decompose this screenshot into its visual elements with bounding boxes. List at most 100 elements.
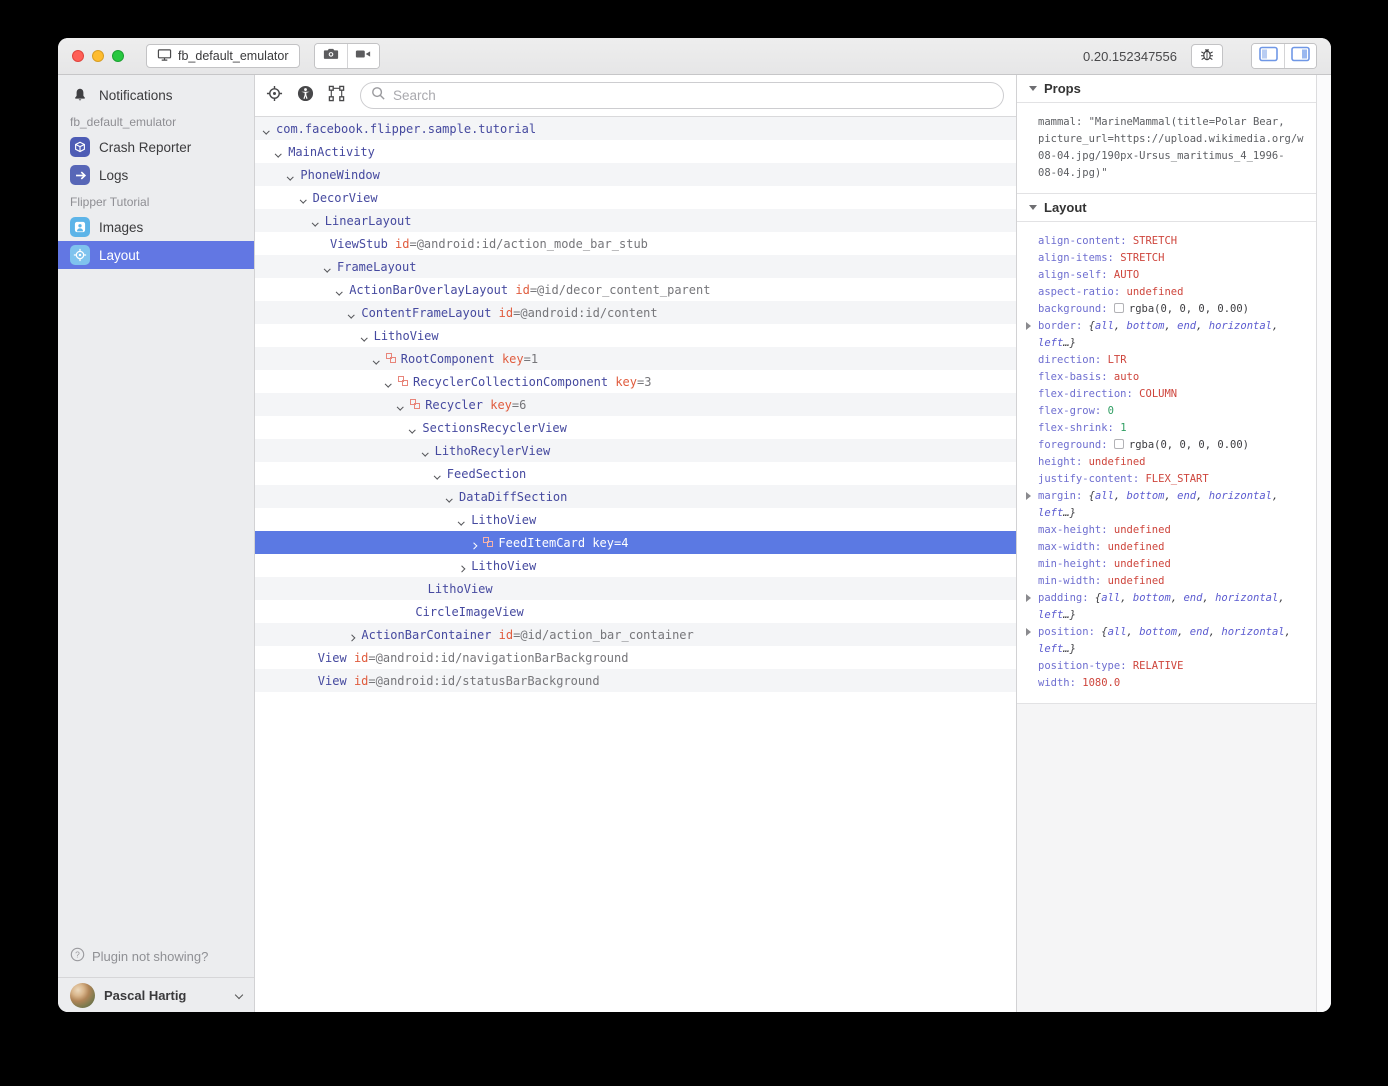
chevron-down-icon[interactable] bbox=[397, 398, 410, 412]
tree-node-name: LithoView bbox=[471, 513, 536, 527]
chevron-down-icon[interactable] bbox=[373, 352, 386, 366]
tree-row-LithoRecylerView[interactable]: LithoRecylerView bbox=[255, 439, 1016, 462]
chevron-down-icon[interactable] bbox=[324, 260, 337, 274]
prop-key: aspect-ratio bbox=[1038, 286, 1114, 298]
prop-key: min-width bbox=[1038, 575, 1095, 587]
chevron-right-icon[interactable] bbox=[470, 536, 483, 550]
prop-key: justify-content bbox=[1038, 473, 1133, 485]
panel-toggle-group bbox=[1251, 43, 1317, 69]
chevron-right-icon[interactable] bbox=[458, 559, 471, 573]
expand-tree-button[interactable] bbox=[327, 87, 345, 105]
tree-row-LithoView[interactable]: LithoView bbox=[255, 577, 1016, 600]
chevron-down-icon[interactable] bbox=[300, 191, 313, 205]
close-button[interactable] bbox=[72, 50, 84, 62]
tree-row-LithoView[interactable]: LithoView bbox=[255, 554, 1016, 577]
chevron-down-icon[interactable] bbox=[361, 329, 374, 343]
tree-row-DecorView[interactable]: DecorView bbox=[255, 186, 1016, 209]
chevron-down-icon[interactable] bbox=[458, 513, 471, 527]
layout-prop-row: max-width: undefined bbox=[1038, 539, 1310, 556]
layout-section-header[interactable]: Layout bbox=[1017, 194, 1316, 222]
target-mode-button[interactable] bbox=[265, 87, 283, 105]
device-selector[interactable]: fb_default_emulator bbox=[146, 44, 300, 68]
chevron-down-icon[interactable] bbox=[263, 122, 276, 136]
chevron-down-icon[interactable] bbox=[348, 306, 361, 320]
accessibility-mode-button[interactable] bbox=[296, 87, 314, 105]
toggle-left-sidebar-button[interactable] bbox=[1252, 44, 1284, 68]
layout-target-icon bbox=[70, 245, 90, 265]
tree-node-name: PhoneWindow bbox=[300, 168, 379, 182]
chevron-down-icon[interactable] bbox=[312, 214, 325, 228]
chevron-down-icon[interactable] bbox=[434, 467, 447, 481]
tree-row-PhoneWindow[interactable]: PhoneWindow bbox=[255, 163, 1016, 186]
chevron-down-icon[interactable] bbox=[275, 145, 288, 159]
screen-record-button[interactable] bbox=[347, 44, 379, 68]
color-swatch-checkbox[interactable] bbox=[1114, 303, 1124, 313]
prop-key: min-height bbox=[1038, 558, 1101, 570]
expand-arrow-icon[interactable] bbox=[1026, 628, 1031, 636]
tree-row-FrameLayout[interactable]: FrameLayout bbox=[255, 255, 1016, 278]
user-menu[interactable]: Pascal Hartig bbox=[58, 977, 254, 1012]
tree-row-FeedItemCard[interactable]: FeedItemCard key=4 bbox=[255, 531, 1016, 554]
expand-arrow-icon[interactable] bbox=[1026, 492, 1031, 500]
layout-prop-row: min-height: undefined bbox=[1038, 556, 1310, 573]
sidebar-item-layout[interactable]: Layout bbox=[58, 241, 254, 269]
tree-row-MainActivity[interactable]: MainActivity bbox=[255, 140, 1016, 163]
tree-row-View[interactable]: View id=@android:id/navigationBarBackgro… bbox=[255, 646, 1016, 669]
prop-value: 0 bbox=[1108, 405, 1114, 417]
chevron-down-icon[interactable] bbox=[409, 421, 422, 435]
tree-row-DataDiffSection[interactable]: DataDiffSection bbox=[255, 485, 1016, 508]
tree-node-name: com.facebook.flipper.sample.tutorial bbox=[276, 122, 536, 136]
chevron-down-icon[interactable] bbox=[446, 490, 459, 504]
expand-arrow-icon[interactable] bbox=[1026, 594, 1031, 602]
tree-attr-value: =@android:id/content bbox=[513, 306, 658, 320]
zoom-button[interactable] bbox=[112, 50, 124, 62]
tree-row-RootComponent[interactable]: RootComponent key=1 bbox=[255, 347, 1016, 370]
device-name: fb_default_emulator bbox=[178, 49, 289, 63]
tree-row-com.facebook.flipper.sample.tutorial[interactable]: com.facebook.flipper.sample.tutorial bbox=[255, 117, 1016, 140]
layout-prop-row: aspect-ratio: undefined bbox=[1038, 284, 1310, 301]
layout-prop-row: align-self: AUTO bbox=[1038, 267, 1310, 284]
color-swatch-checkbox[interactable] bbox=[1114, 439, 1124, 449]
tree-attr-key: id bbox=[515, 283, 529, 297]
tree-row-SectionsRecyclerView[interactable]: SectionsRecyclerView bbox=[255, 416, 1016, 439]
tree-row-CircleImageView[interactable]: CircleImageView bbox=[255, 600, 1016, 623]
props-section-header[interactable]: Props bbox=[1017, 75, 1316, 103]
chevron-down-icon[interactable] bbox=[422, 444, 435, 458]
tree-row-View[interactable]: View id=@android:id/statusBarBackground bbox=[255, 669, 1016, 692]
sidebar-item-crash-reporter[interactable]: Crash Reporter bbox=[58, 133, 254, 161]
sidebar-items: Notificationsfb_default_emulatorCrash Re… bbox=[58, 75, 254, 269]
tree-row-ActionBarOverlayLayout[interactable]: ActionBarOverlayLayout id=@id/decor_cont… bbox=[255, 278, 1016, 301]
expand-arrow-icon[interactable] bbox=[1026, 322, 1031, 330]
chevron-down-icon[interactable] bbox=[336, 283, 349, 297]
search-input[interactable] bbox=[393, 88, 993, 103]
tree-row-FeedSection[interactable]: FeedSection bbox=[255, 462, 1016, 485]
screenshot-button[interactable] bbox=[315, 44, 347, 68]
tree-row-ContentFrameLayout[interactable]: ContentFrameLayout id=@android:id/conten… bbox=[255, 301, 1016, 324]
tree-row-LithoView[interactable]: LithoView bbox=[255, 508, 1016, 531]
layout-prop-row: direction: LTR bbox=[1038, 352, 1310, 369]
toggle-right-sidebar-button[interactable] bbox=[1284, 44, 1316, 68]
plugin-help-link[interactable]: ? Plugin not showing? bbox=[58, 941, 254, 971]
report-bug-button[interactable] bbox=[1191, 44, 1223, 68]
tree-row-Recycler[interactable]: Recycler key=6 bbox=[255, 393, 1016, 416]
layout-prop-row: width: 1080.0 bbox=[1038, 675, 1310, 692]
titlebar: fb_default_emulator 0.20.152347556 bbox=[58, 38, 1331, 75]
tree-row-LinearLayout[interactable]: LinearLayout bbox=[255, 209, 1016, 232]
sidebar-item-label: Crash Reporter bbox=[99, 140, 191, 155]
chevron-down-icon[interactable] bbox=[287, 168, 300, 182]
tree-row-ActionBarContainer[interactable]: ActionBarContainer id=@id/action_bar_con… bbox=[255, 623, 1016, 646]
tree-row-ViewStub[interactable]: ViewStub id=@android:id/action_mode_bar_… bbox=[255, 232, 1016, 255]
sidebar-section-header: Flipper Tutorial bbox=[58, 189, 254, 213]
tree-attr-value: =4 bbox=[614, 536, 628, 550]
tree-attr-key: key bbox=[615, 375, 637, 389]
tree-attr-key: key bbox=[490, 398, 512, 412]
sidebar-item-notifications[interactable]: Notifications bbox=[58, 81, 254, 109]
minimize-button[interactable] bbox=[92, 50, 104, 62]
tree-row-LithoView[interactable]: LithoView bbox=[255, 324, 1016, 347]
crash-reporter-cube-icon bbox=[70, 137, 90, 157]
sidebar-item-images[interactable]: Images bbox=[58, 213, 254, 241]
chevron-right-icon[interactable] bbox=[348, 628, 361, 642]
chevron-down-icon[interactable] bbox=[385, 375, 398, 389]
tree-row-RecyclerCollectionComponent[interactable]: RecyclerCollectionComponent key=3 bbox=[255, 370, 1016, 393]
sidebar-item-logs[interactable]: Logs bbox=[58, 161, 254, 189]
